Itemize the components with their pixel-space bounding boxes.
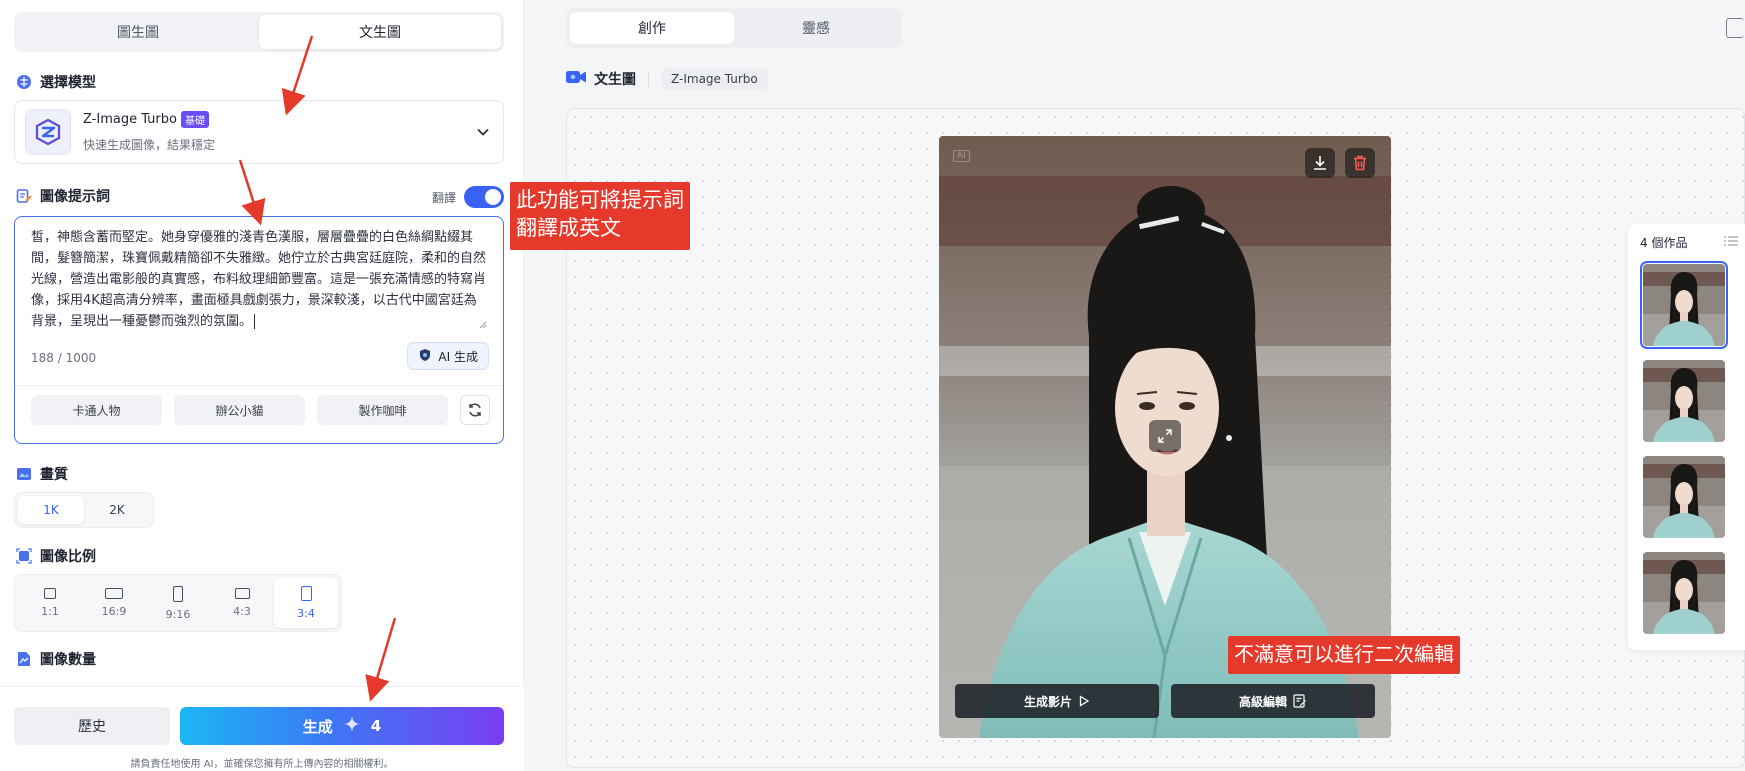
suggestion-chip[interactable]: 卡通人物	[31, 395, 162, 425]
model-section-title: 選擇模型	[16, 72, 96, 92]
quality-option-1k[interactable]: 1K	[18, 496, 84, 524]
panel-toggle-icon[interactable]	[1726, 18, 1744, 38]
portrait-icon	[300, 586, 312, 601]
generate-label: 生成	[302, 717, 333, 736]
brain-icon	[16, 74, 32, 90]
work-thumbnail[interactable]	[1643, 456, 1725, 538]
translate-annotation: 此功能可將提示詞翻譯成英文	[510, 182, 690, 250]
translate-label: 翻譯	[432, 190, 457, 205]
tab-image-to-image[interactable]: 圖生圖	[17, 15, 259, 49]
video-camera-icon	[566, 70, 586, 88]
work-thumbnail[interactable]	[1640, 261, 1728, 349]
ratio-option-16-9[interactable]: 16:9	[82, 578, 146, 628]
generate-video-label: 生成影片	[1023, 694, 1072, 709]
tab-text-to-image[interactable]: 文生圖	[259, 15, 501, 49]
tab-create[interactable]: 創作	[570, 12, 734, 44]
edit-annotation: 不滿意可以進行二次編輯	[1228, 636, 1460, 674]
generate-cost: 4	[370, 717, 382, 735]
model-description: 快速生成圖像，結果穩定	[83, 138, 216, 152]
quality-option-2k[interactable]: 2K	[84, 496, 150, 524]
download-icon[interactable]	[1305, 148, 1335, 178]
prompt-divider	[15, 385, 503, 386]
ai-generate-button[interactable]: AI 生成	[407, 342, 489, 370]
landscape-icon	[234, 588, 250, 599]
aspect-ratio-icon	[16, 548, 32, 564]
square-icon	[44, 588, 56, 599]
ratio-option-9-16[interactable]: 9:16	[146, 578, 210, 628]
quality-selector: 1K 2K	[14, 492, 154, 528]
ratio-section-title: 圖像比例	[16, 546, 96, 566]
workspace-header: 文生圖 Z-Image Turbo	[566, 68, 768, 90]
sparkle-icon	[343, 715, 361, 737]
expand-icon[interactable]	[1149, 420, 1181, 452]
suggestion-chip[interactable]: 辦公小貓	[174, 395, 305, 425]
model-name: Z-Image Turbo	[83, 112, 177, 127]
ratio-section-label: 圖像比例	[40, 549, 96, 565]
prompt-suggestions: 卡通人物 辦公小貓 製作咖啡	[31, 395, 490, 425]
left-panel: 圖生圖 文生圖 選擇模型 Z-Image Turbo 基礎 快速生成圖像，結果穩…	[0, 0, 524, 771]
work-thumbnail[interactable]	[1643, 552, 1725, 634]
refresh-icon[interactable]	[460, 395, 490, 425]
tab-inspiration[interactable]: 靈感	[734, 12, 898, 44]
play-icon	[1079, 695, 1090, 707]
ratio-option-3-4[interactable]: 3:4	[274, 578, 338, 628]
shield-spark-icon	[418, 348, 432, 365]
edit-document-icon	[1293, 694, 1306, 708]
workspace-model-tag: Z-Image Turbo	[661, 68, 768, 90]
ai-watermark: AI	[953, 150, 970, 162]
workspace-title: 文生圖	[594, 72, 636, 88]
prompt-section-title: 圖像提示詞	[16, 186, 110, 206]
count-section-label: 圖像數量	[40, 652, 96, 668]
header-divider	[648, 71, 649, 87]
model-selector[interactable]: Z-Image Turbo 基礎 快速生成圖像，結果穩定	[14, 100, 504, 164]
list-view-icon[interactable]	[1724, 236, 1738, 246]
prompt-section-label: 圖像提示詞	[40, 189, 110, 205]
model-section-label: 選擇模型	[40, 75, 96, 91]
quality-section-label: 畫質	[40, 467, 68, 483]
translate-control: 翻譯	[432, 186, 505, 208]
generate-video-button[interactable]: 生成影片	[955, 684, 1159, 718]
landscape-icon	[105, 588, 123, 599]
image-count-icon	[16, 651, 32, 667]
history-button[interactable]: 歷史	[14, 707, 170, 745]
bottom-bar: 歷史 生成 4 請負責任地使用 AI，並確保您擁有所上傳內容的相關權利。	[0, 686, 524, 771]
advanced-edit-button[interactable]: 高級編輯	[1171, 684, 1375, 718]
translate-toggle[interactable]	[464, 186, 505, 208]
prompt-text: 皙，神態含蓄而堅定。她身穿優雅的淺青色漢服，層層疊疊的白色絲綢點綴其間，髮簪簡潔…	[31, 230, 487, 329]
works-panel: 4 個作品	[1628, 224, 1745, 650]
text-caret	[254, 314, 256, 329]
model-logo-icon	[25, 109, 71, 155]
model-badge: 基礎	[180, 111, 209, 128]
generate-button[interactable]: 生成 4	[180, 707, 504, 745]
advanced-edit-label: 高級編輯	[1238, 694, 1287, 709]
suggestion-chip[interactable]: 製作咖啡	[317, 395, 448, 425]
ratio-option-4-3[interactable]: 4:3	[210, 578, 274, 628]
ai-generate-label: AI 生成	[438, 349, 478, 364]
resize-handle-icon[interactable]	[477, 319, 487, 329]
works-count-label: 4 個作品	[1640, 236, 1688, 250]
chevron-down-icon	[473, 122, 493, 142]
quality-section-title: 畫質	[16, 464, 68, 484]
delete-icon[interactable]	[1345, 148, 1375, 178]
image-quality-icon	[16, 466, 32, 482]
prompt-textarea[interactable]: 皙，神態含蓄而堅定。她身穿優雅的淺青色漢服，層層疊疊的白色絲綢點綴其間，髮簪簡潔…	[14, 216, 504, 444]
portrait-icon	[173, 585, 183, 602]
count-section-title: 圖像數量	[16, 649, 96, 669]
disclaimer-text: 請負責任地使用 AI，並確保您擁有所上傳內容的相關權利。	[130, 759, 394, 770]
ratio-option-1-1[interactable]: 1:1	[18, 578, 82, 628]
work-thumbnail[interactable]	[1643, 360, 1725, 442]
top-tabs: 創作 靈感	[566, 8, 902, 48]
mode-tabs: 圖生圖 文生圖	[14, 12, 504, 52]
edit-note-icon	[16, 188, 32, 204]
ratio-selector: 1:1 16:9 9:16 4:3 3:4	[14, 574, 342, 632]
char-count: 188 / 1000	[31, 351, 97, 365]
